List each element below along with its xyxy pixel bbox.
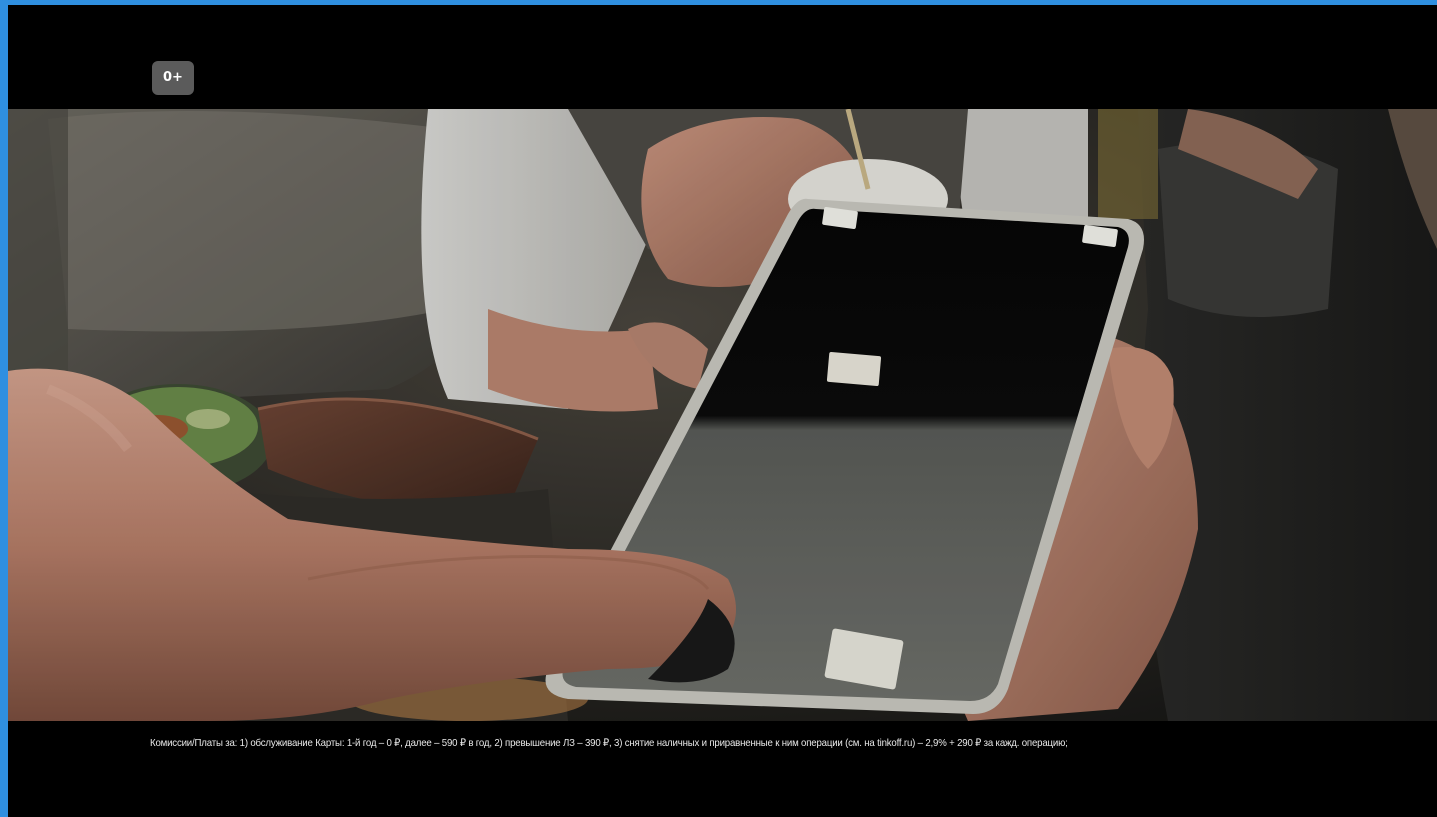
video-player[interactable]: 0+ Комиссии/Платы за: 1) обслуживание Ка…: [0, 0, 1437, 817]
video-frame[interactable]: [8, 109, 1437, 721]
video-still-image: [8, 109, 1437, 721]
legal-disclaimer-text: Комиссии/Платы за: 1) обслуживание Карты…: [150, 737, 1068, 749]
age-rating-badge: 0+: [152, 61, 194, 95]
letterbox-top: 0+: [8, 5, 1437, 109]
letterbox-bottom: Комиссии/Платы за: 1) обслуживание Карты…: [8, 721, 1437, 817]
